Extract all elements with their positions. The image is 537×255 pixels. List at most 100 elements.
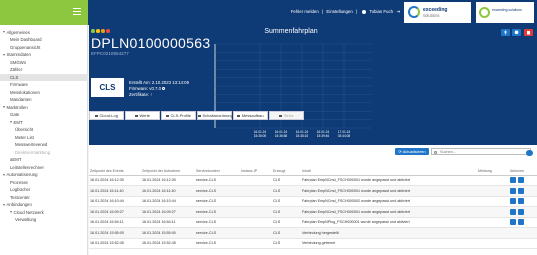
sidebar-item-label: Testcenter	[10, 194, 30, 200]
status-dots	[91, 29, 111, 34]
cell-service: service-CLS	[195, 238, 240, 249]
tab-werte[interactable]: Werte	[125, 111, 160, 120]
menu-toggle-icon[interactable]	[73, 8, 81, 15]
column-header[interactable]: Zeitpunkt der Aufnahme	[141, 167, 195, 176]
sidebar-item[interactable]: Marktrollen	[0, 104, 28, 112]
tab-messaufbau[interactable]: Messaufbau	[233, 111, 268, 120]
delete-button[interactable]	[524, 29, 533, 36]
sidebar-item[interactable]: Gate	[0, 111, 19, 119]
upload-icon[interactable]: ↑	[150, 92, 152, 97]
sidebar-item[interactable]: Anbindungen	[0, 201, 32, 209]
sidebar-item[interactable]: Leitstellenrechner	[0, 164, 44, 172]
cell-actions	[509, 238, 537, 249]
sidebar-item[interactable]: Direktvermarktung	[0, 149, 50, 157]
sidebar-item[interactable]: Testcenter	[0, 194, 30, 202]
zoom-icon[interactable]	[510, 208, 516, 215]
sidebar-item-label: Gate	[10, 112, 20, 117]
table-row[interactable]: 16.01.2024 15:52:45 16.01.2024 15:52:45 se…	[89, 238, 537, 249]
sidebar-item-label: Stammdaten	[6, 52, 31, 57]
sidebar-item[interactable]: Firmware	[0, 81, 28, 89]
zoom-icon[interactable]	[510, 177, 516, 184]
zoom-icon[interactable]	[510, 198, 516, 205]
column-header[interactable]: Instanz-IP	[240, 167, 272, 176]
column-header-label: Aktionen	[510, 168, 524, 173]
cell-recorded: 16.01.2024 16:12:30	[141, 175, 195, 186]
download-icon[interactable]	[517, 198, 524, 205]
sidebar-item-label: Automatisierung	[6, 172, 38, 177]
table-row[interactable]: 16.01.2024 15:55:00 16.01.2024 15:55:00 se…	[89, 227, 537, 239]
column-header[interactable]: Zeitpunkt des Events	[89, 167, 141, 176]
sidebar-item[interactable]: SMGWs	[0, 59, 26, 67]
sidebar-item[interactable]: Messwerteverwd	[0, 141, 47, 149]
table-row[interactable]: 16.01.2024 16:10:44 16.01.2024 16:10:44 se…	[89, 196, 537, 207]
chevron-down-icon	[3, 53, 5, 56]
refresh-label: Aktualisieren	[402, 149, 426, 154]
refresh-icon[interactable]	[162, 87, 166, 91]
settings-link[interactable]: Einstellungen	[326, 9, 352, 14]
cell-recorded: 16.01.2024 16:10:44	[141, 196, 195, 207]
column-header[interactable]: Aktionen	[509, 167, 537, 176]
cell-created: CLS	[272, 238, 301, 249]
cell-instance	[240, 206, 272, 218]
column-header[interactable]: Meldung	[477, 167, 509, 176]
log-table: Zeitpunkt des Events Zeitpunkt der Aufnah…	[89, 167, 537, 249]
column-header[interactable]: Servicekontext	[195, 167, 240, 176]
tab-cls-profile[interactable]: CLS-Profile	[161, 111, 196, 120]
logout-icon[interactable]: ⇥	[396, 9, 400, 14]
download-icon[interactable]	[517, 177, 524, 184]
download-icon[interactable]	[517, 208, 524, 215]
cell-message	[477, 175, 509, 186]
table-row[interactable]: 16.01.2024 16:54:11 16.01.2024 16:54:11 se…	[89, 217, 537, 228]
sidebar-item[interactable]: Übersicht	[0, 126, 33, 134]
download-icon[interactable]	[517, 187, 524, 194]
tab-cloud-log[interactable]: Cloud-Log	[89, 111, 124, 120]
sidebar-item[interactable]: Gruppenansicht	[0, 44, 40, 52]
column-header[interactable]: Inhalt	[301, 167, 476, 176]
sidebar-item-label: SMGWs	[10, 59, 26, 65]
sidebar: Allgemeines Mein Dashboard Gruppenansicht S…	[0, 25, 88, 255]
sidebar-item[interactable]: Logbücher	[0, 186, 30, 194]
sidebar-item-label: Cloud Netzwerk	[13, 209, 44, 215]
column-header-label: Zeitpunkt der Aufnahme	[142, 168, 181, 173]
report-error-link[interactable]: Fehler melden	[291, 9, 319, 14]
sidebar-item[interactable]: CLS	[0, 73, 88, 82]
cell-service: service-CLS	[195, 227, 240, 239]
sidebar-item[interactable]: Allgemeines	[0, 29, 30, 37]
sidebar-item-label: Marktrollen	[6, 104, 28, 110]
column-header-label: Instanz-IP	[241, 168, 258, 173]
table-row[interactable]: 16.01.2024 16:11:40 16.01.2024 16:11:40 se…	[89, 185, 537, 197]
connect-button[interactable]	[500, 29, 510, 36]
cell-instance	[240, 196, 272, 207]
sidebar-item[interactable]: Cloud Netzwerk	[0, 209, 44, 217]
sidebar-item[interactable]: Zähler	[0, 66, 22, 74]
sidebar-item[interactable]: aEMT	[0, 156, 21, 164]
cell-service: service-CLS	[195, 175, 240, 186]
zoom-icon[interactable]	[510, 219, 516, 226]
sidebar-item[interactable]: Mandanten	[0, 96, 32, 104]
certificates-label: Zertifikate:	[129, 92, 150, 97]
sidebar-item-label: Allgemeines	[6, 29, 30, 35]
sidebar-item[interactable]: EMT	[0, 119, 23, 127]
user-link[interactable]: Tobias Fuch	[360, 9, 393, 14]
refresh-button[interactable]: ⟳ Aktualisieren	[395, 148, 429, 155]
sidebar-item[interactable]: Mein Dashboard	[0, 36, 42, 44]
tab-icon	[166, 114, 170, 118]
search-input[interactable]	[432, 149, 514, 155]
column-header[interactable]: Erzeugt	[272, 167, 301, 176]
download-icon[interactable]	[517, 219, 524, 226]
table-row[interactable]: 16.01.2024 16:12:30 16.01.2024 16:12:30 se…	[89, 175, 537, 186]
table-row[interactable]: 16.01.2024 16:09:27 16.01.2024 16:09:27 se…	[89, 206, 537, 218]
comment-button[interactable]	[512, 29, 522, 36]
sidebar-item[interactable]: Verwaltung	[0, 216, 36, 224]
zoom-icon[interactable]	[510, 187, 516, 194]
clear-search-button[interactable]	[526, 149, 533, 156]
sidebar-item-label: Zähler	[10, 67, 23, 72]
tab-schaltanordnungen[interactable]: Schaltanordnungen	[197, 111, 237, 120]
sidebar-item[interactable]: Messlokationen	[0, 89, 40, 97]
sidebar-item[interactable]: Prozesse	[0, 179, 28, 187]
sidebar-item[interactable]: Automatisierung	[0, 171, 38, 179]
separator: |	[356, 9, 358, 14]
sidebar-item-label: Gruppenansicht	[10, 44, 41, 50]
sidebar-item[interactable]: Stammdaten	[0, 51, 31, 59]
sidebar-item[interactable]: Meter List	[0, 134, 34, 142]
